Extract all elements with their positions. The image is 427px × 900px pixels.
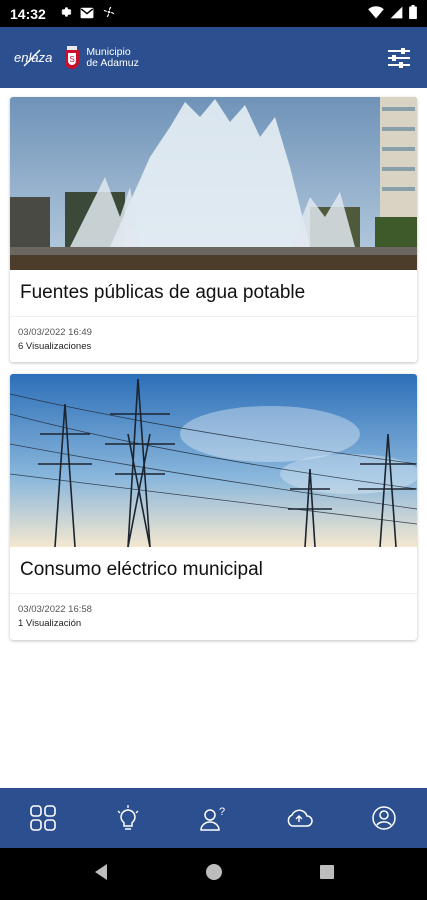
- power-lines-photo: [10, 374, 417, 547]
- gmail-icon: [80, 6, 94, 22]
- sliders-icon: [388, 47, 410, 68]
- home-icon[interactable]: [205, 863, 223, 886]
- card-power[interactable]: Consumo eléctrico municipal 03/03/2022 1…: [10, 374, 417, 640]
- status-time: 14:32: [10, 5, 46, 22]
- card-title: Fuentes públicas de agua potable: [20, 282, 306, 303]
- account-icon: [372, 806, 396, 830]
- enlaza-logo: enlaza: [14, 48, 52, 68]
- card-views: 6 Visualizaciones: [18, 341, 92, 352]
- municipality-line1: Municipio: [86, 45, 131, 58]
- svg-text:S: S: [70, 55, 75, 64]
- signal-icon: [390, 6, 403, 22]
- nav-ideas[interactable]: [108, 798, 148, 838]
- back-icon[interactable]: [93, 863, 109, 886]
- bottom-navigation: ?: [0, 788, 427, 848]
- cloud-upload-icon: [287, 809, 313, 827]
- municipality-brand: S Municipio de Adamuz: [64, 45, 139, 70]
- nav-account[interactable]: [364, 798, 404, 838]
- recents-icon[interactable]: [319, 864, 335, 885]
- content-list: Fuentes públicas de agua potable 03/03/2…: [0, 88, 427, 788]
- logo-swoosh-icon: [23, 49, 41, 66]
- fountains-photo: [10, 97, 417, 270]
- svg-text:?: ?: [219, 806, 225, 818]
- battery-icon: [409, 5, 417, 22]
- gear-icon: [58, 5, 72, 22]
- wifi-icon: [368, 5, 384, 22]
- system-navigation: [0, 848, 427, 900]
- lightbulb-icon: [117, 805, 139, 830]
- card-title: Consumo eléctrico municipal: [20, 559, 263, 580]
- nav-grid[interactable]: [23, 798, 63, 838]
- grid-icon: [29, 805, 56, 831]
- nav-questions[interactable]: ?: [193, 798, 233, 838]
- user-question-icon: ?: [200, 806, 226, 831]
- card-fountains[interactable]: Fuentes públicas de agua potable 03/03/2…: [10, 97, 417, 362]
- municipality-line2: de Adamuz: [86, 56, 139, 69]
- fan-icon: [102, 5, 116, 22]
- card-date: 03/03/2022 16:49: [18, 327, 92, 338]
- status-bar: 14:32: [0, 0, 427, 27]
- nav-cloud[interactable]: [279, 798, 319, 838]
- card-date: 03/03/2022 16:58: [18, 604, 92, 615]
- app-bar: enlaza S Municipio de Adamuz: [0, 27, 427, 88]
- card-views: 1 Visualización: [18, 618, 82, 629]
- filter-button[interactable]: [385, 44, 413, 72]
- shield-icon: S: [65, 45, 80, 69]
